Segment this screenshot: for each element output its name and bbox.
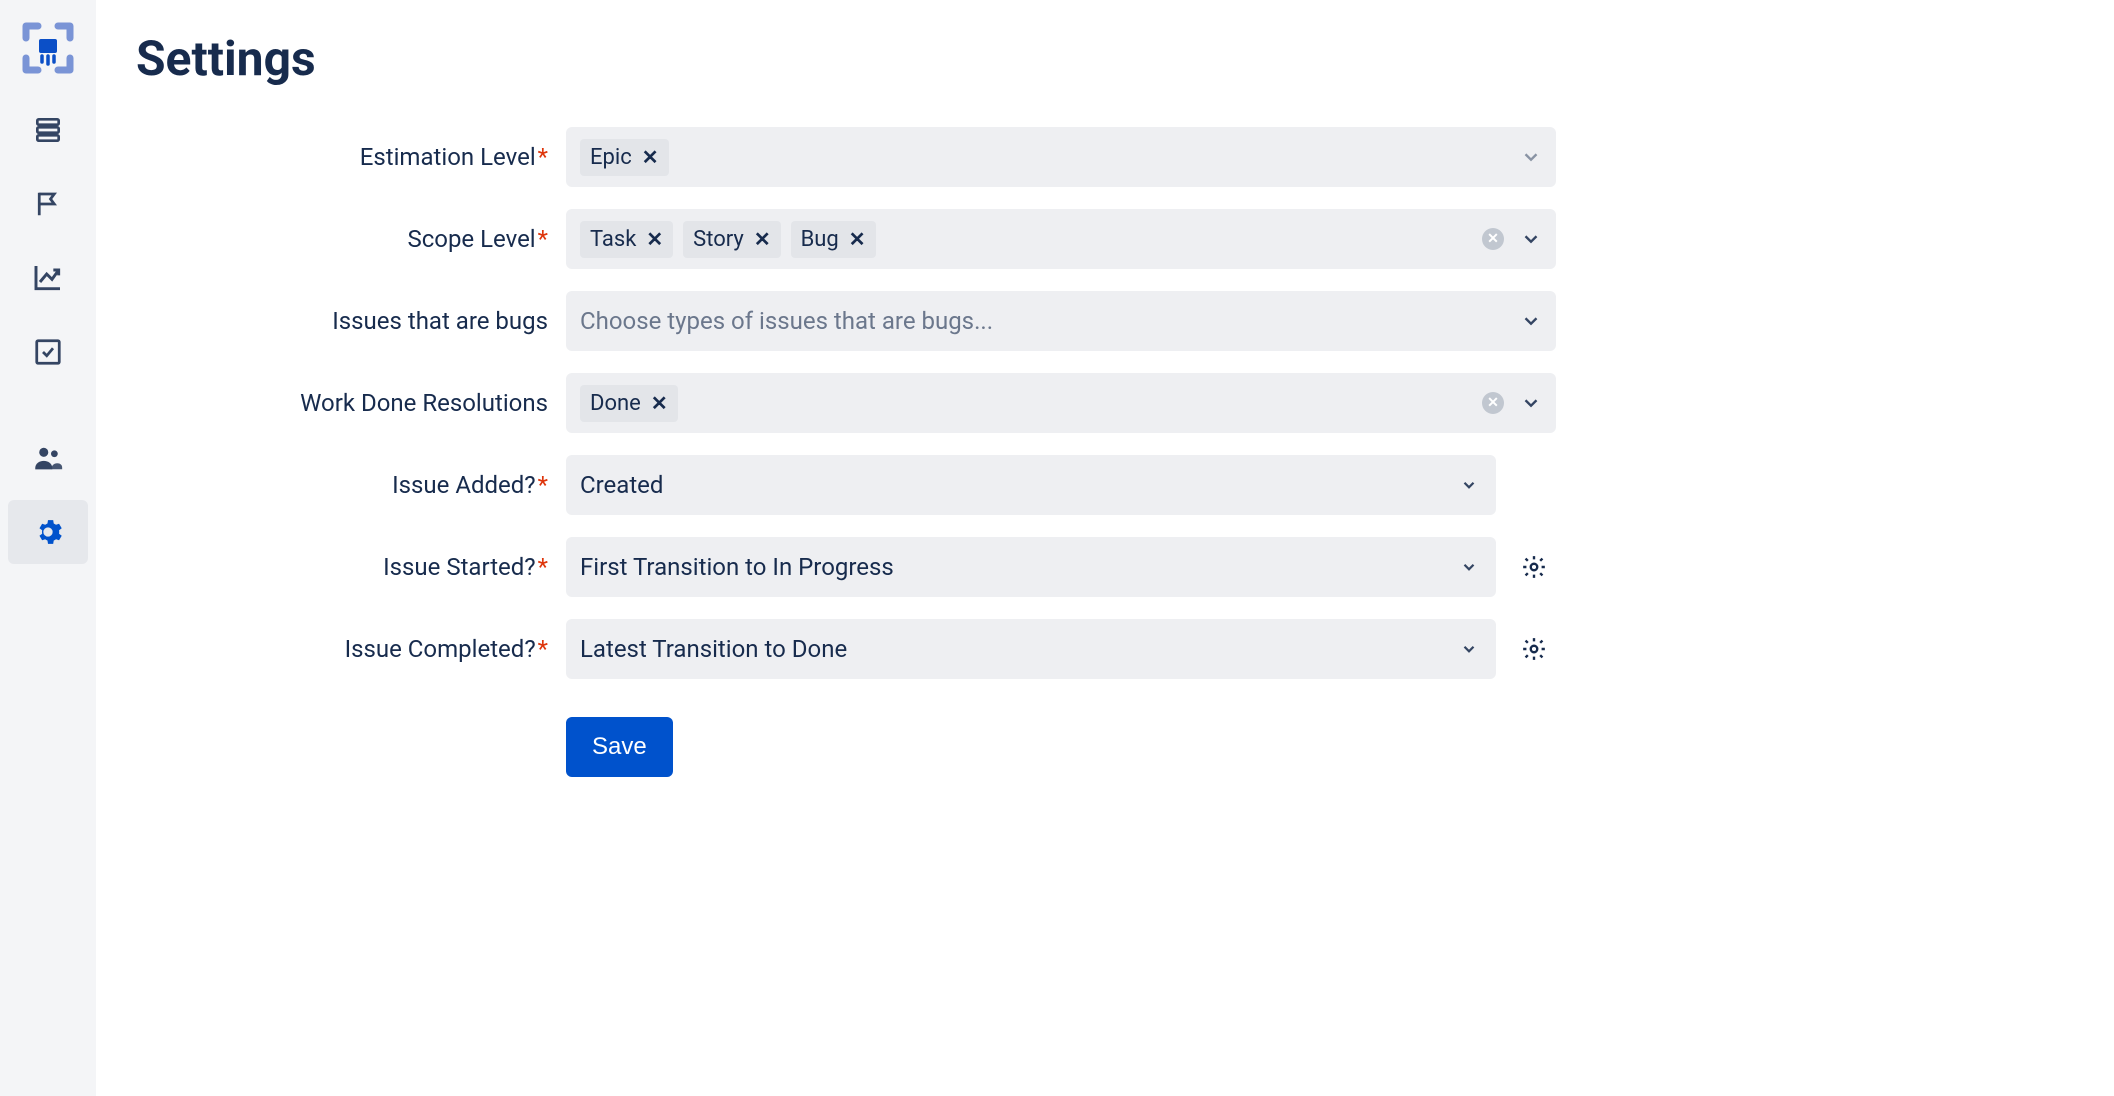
chevron-down-icon[interactable] xyxy=(1520,228,1542,250)
label-work-done: Work Done Resolutions xyxy=(136,389,566,417)
clear-all-icon[interactable]: ✕ xyxy=(1482,228,1504,250)
remove-tag-icon[interactable]: ✕ xyxy=(754,229,771,249)
remove-tag-icon[interactable]: ✕ xyxy=(651,393,668,413)
chevron-down-icon[interactable] xyxy=(1520,146,1542,168)
app-logo xyxy=(8,8,88,88)
work-done-select[interactable]: Done ✕ ✕ xyxy=(566,373,1556,433)
remove-tag-icon[interactable]: ✕ xyxy=(849,229,866,249)
issues-bugs-select[interactable]: Choose types of issues that are bugs... xyxy=(566,291,1556,351)
gear-icon[interactable] xyxy=(1512,636,1556,662)
nav-check-icon[interactable] xyxy=(8,320,88,384)
label-issue-completed: Issue Completed?* xyxy=(136,635,566,663)
nav-settings-icon[interactable] xyxy=(8,500,88,564)
clear-all-icon[interactable]: ✕ xyxy=(1482,392,1504,414)
label-issue-started: Issue Started?* xyxy=(136,553,566,581)
tag-done: Done ✕ xyxy=(580,385,678,422)
issue-started-select[interactable]: First Transition to In Progress xyxy=(566,537,1496,597)
nav-users-icon[interactable] xyxy=(8,426,88,490)
scope-level-select[interactable]: Task ✕ Story ✕ Bug ✕ xyxy=(566,209,1556,269)
tag-epic: Epic ✕ xyxy=(580,139,669,176)
label-issue-added: Issue Added?* xyxy=(136,471,566,499)
chevron-down-icon[interactable] xyxy=(1460,558,1478,576)
estimation-level-select[interactable]: Epic ✕ xyxy=(566,127,1556,187)
nav-chart-icon[interactable] xyxy=(8,246,88,310)
label-issues-bugs: Issues that are bugs xyxy=(136,307,566,335)
nav-flag-icon[interactable] xyxy=(8,172,88,236)
chevron-down-icon[interactable] xyxy=(1460,476,1478,494)
page-title: Settings xyxy=(136,30,2074,87)
issue-completed-select[interactable]: Latest Transition to Done xyxy=(566,619,1496,679)
chevron-down-icon[interactable] xyxy=(1520,392,1542,414)
remove-tag-icon[interactable]: ✕ xyxy=(646,229,663,249)
settings-form: Estimation Level* Epic ✕ xyxy=(136,127,1556,777)
main-content: Settings Estimation Level* Epic ✕ xyxy=(96,0,2114,1096)
chevron-down-icon[interactable] xyxy=(1520,310,1542,332)
chevron-down-icon[interactable] xyxy=(1460,640,1478,658)
nav-stack-icon[interactable] xyxy=(8,98,88,162)
label-scope-level: Scope Level* xyxy=(136,225,566,253)
save-button[interactable]: Save xyxy=(566,717,673,777)
label-estimation-level: Estimation Level* xyxy=(136,143,566,171)
tag-bug: Bug ✕ xyxy=(791,221,876,258)
tag-task: Task ✕ xyxy=(580,221,673,258)
gear-icon[interactable] xyxy=(1512,554,1556,580)
issues-bugs-placeholder: Choose types of issues that are bugs... xyxy=(580,307,993,335)
tag-story: Story ✕ xyxy=(683,221,780,258)
sidebar xyxy=(0,0,96,1096)
remove-tag-icon[interactable]: ✕ xyxy=(642,147,659,167)
issue-added-select[interactable]: Created xyxy=(566,455,1496,515)
